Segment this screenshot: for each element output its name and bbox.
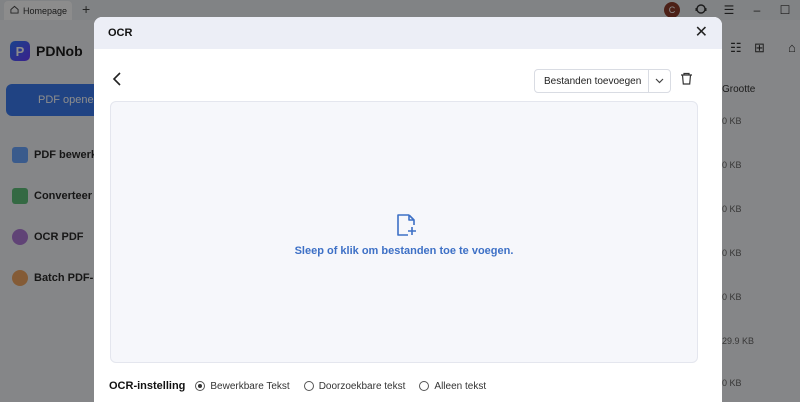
radio-button[interactable] xyxy=(419,381,430,391)
dialog-title: OCR xyxy=(108,27,133,39)
radio-button[interactable] xyxy=(303,381,314,391)
option-editable-text[interactable]: Bewerkbare Tekst xyxy=(195,380,290,392)
option-searchable-text[interactable]: Doorzoekbare tekst xyxy=(303,380,406,392)
option-label: Doorzoekbare tekst xyxy=(318,380,406,392)
ocr-dialog: OCR ✕ Bestanden toevoegen Sleep of klik … xyxy=(94,17,722,402)
file-dropzone[interactable]: Sleep of klik om bestanden toe te voegen… xyxy=(110,101,698,363)
add-files-button[interactable]: Bestanden toevoegen xyxy=(534,69,671,93)
option-label: Alleen tekst xyxy=(434,380,487,392)
radio-button[interactable] xyxy=(195,381,206,391)
add-file-icon xyxy=(395,213,417,242)
dropzone-text: Sleep of klik om bestanden toe te voegen… xyxy=(294,245,514,257)
option-text-only[interactable]: Alleen tekst xyxy=(419,381,486,392)
chevron-down-icon[interactable] xyxy=(648,70,670,92)
close-icon[interactable]: ✕ xyxy=(695,25,708,41)
ocr-settings: OCR-instelling Bewerkbare Tekst Doorzoek… xyxy=(109,380,492,392)
add-files-label: Bestanden toevoegen xyxy=(544,75,642,87)
dialog-header: OCR ✕ xyxy=(94,17,722,49)
settings-label: OCR-instelling xyxy=(109,380,186,392)
option-label: Bewerkbare Tekst xyxy=(210,380,290,392)
trash-icon[interactable] xyxy=(680,72,693,88)
back-icon[interactable] xyxy=(112,72,122,91)
